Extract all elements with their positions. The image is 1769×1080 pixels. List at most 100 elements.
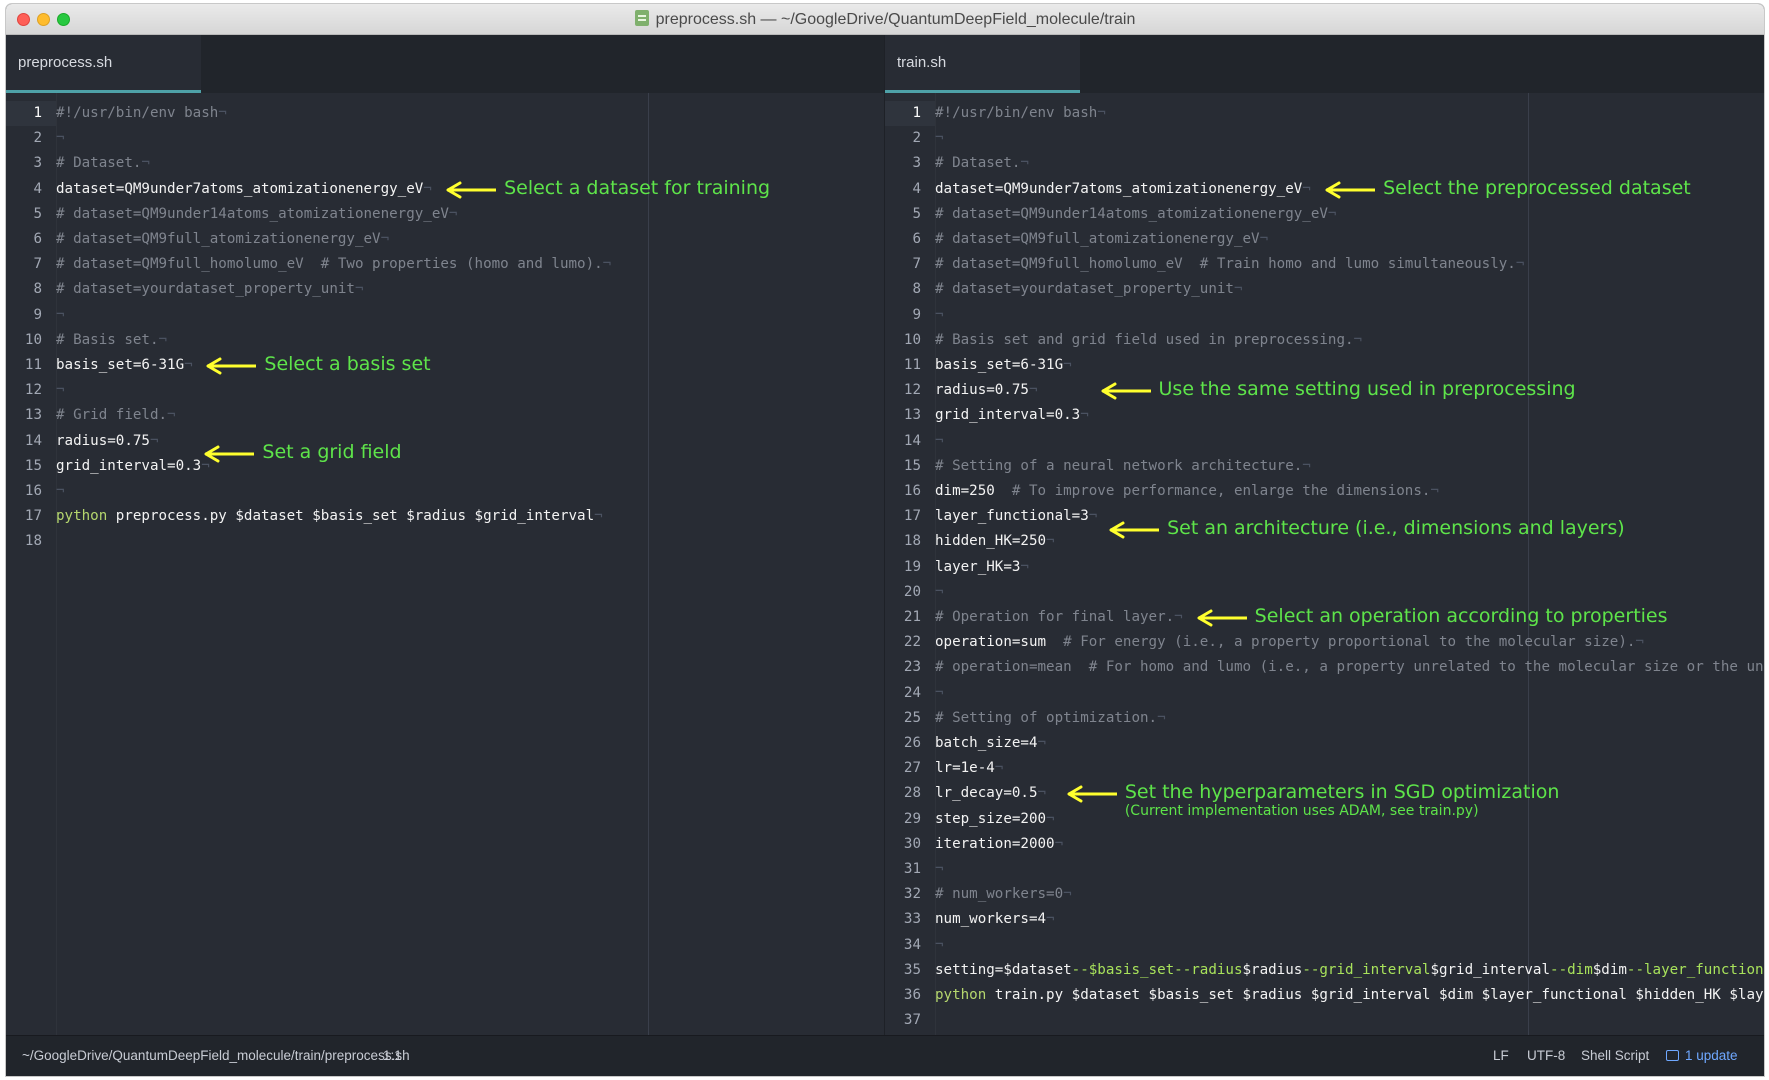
code-line[interactable]: step_size=200¬ [935,807,1055,832]
code-text: dataset=QM9under7atoms_atomizationenergy… [56,180,424,197]
code-line[interactable]: #!/usr/bin/env bash¬ [935,101,1106,126]
code-line[interactable]: #!/usr/bin/env bash¬ [56,101,227,126]
status-encoding[interactable]: UTF-8 [1527,1048,1565,1063]
code-line[interactable]: ¬ [935,681,944,706]
comment-text: # dataset=QM9under14atoms_atomizationene… [935,205,1328,222]
comment-text: #!/usr/bin/env bash [56,105,219,121]
code-line[interactable]: hidden_HK=250¬ [935,529,1055,554]
code-line[interactable]: num_workers=4¬ [935,907,1055,932]
code-line[interactable]: basis_set=6-31G¬ [56,353,193,378]
code-line[interactable]: ¬ [935,857,944,882]
code-line[interactable]: dim=250 # To improve performance, enlarg… [935,479,1439,504]
code-line[interactable]: # Grid field.¬ [56,403,176,428]
comment-text: # dataset=QM9full_homolumo_eV # Two prop… [56,256,603,273]
comment-text: # dataset=yourdataset_property_unit [935,281,1234,298]
line-number: 1 [33,105,42,121]
code-line[interactable]: # Operation for final layer.¬ [935,605,1183,630]
code-line[interactable]: basis_set=6-31G¬ [935,353,1072,378]
code-line[interactable]: grid_interval=0.3¬ [56,454,210,479]
line-number: 3 [33,155,42,172]
line-number: 9 [33,306,42,323]
code-line[interactable]: python train.py $dataset $basis_set $rad… [935,983,1764,1008]
code-segment: --radius [1174,961,1243,978]
line-number: 12 [24,382,42,399]
eol-marker: ¬ [1037,735,1047,751]
code-line[interactable]: # dataset=QM9full_atomizationenergy_eV¬ [56,227,389,252]
code-line[interactable]: dataset=QM9under7atoms_atomizationenergy… [935,177,1311,202]
tab-label: preprocess.sh [18,54,113,71]
eol-marker: ¬ [1028,382,1038,399]
status-updates[interactable]: 1 update [1666,1048,1738,1063]
code-line[interactable]: ¬ [935,580,944,605]
code-line[interactable]: ¬ [935,303,944,328]
code-line[interactable]: ¬ [935,126,944,151]
eol-marker: ¬ [423,180,432,197]
code-line[interactable]: ¬ [56,378,65,403]
code-line[interactable]: # dataset=yourdataset_property_unit¬ [935,277,1243,302]
code-editor-left[interactable]: #!/usr/bin/env bash¬ ¬ # Dataset.¬ dataset=… [56,93,884,1036]
code-line[interactable]: layer_functional=3¬ [935,504,1097,529]
line-number: 34 [903,936,921,953]
tab-preprocess-sh[interactable]: preprocess.sh [6,35,201,93]
eol-marker: ¬ [1635,634,1644,651]
code-line[interactable]: layer_HK=3¬ [935,555,1029,580]
eol-marker: ¬ [1515,256,1525,273]
code-line[interactable]: iteration=2000¬ [935,832,1063,857]
code-line[interactable]: ¬ [56,479,65,504]
editor-pane-left[interactable]: preprocess.sh 1 2 3 4 5 6 7 8 9 10 11 12 13 14 15 16 17 1… [6,35,884,1036]
comment-text: # num_workers=0 [935,886,1064,903]
annotation-arrow-icon [1197,609,1247,627]
code-line[interactable]: # Setting of optimization.¬ [935,706,1166,731]
tab-label: train.sh [897,54,947,71]
code-line[interactable]: setting=$dataset--$basis_set--radius$rad… [935,958,1764,983]
code-line[interactable]: # Dataset.¬ [935,151,1029,176]
status-line-ending[interactable]: LF [1493,1048,1509,1063]
code-line[interactable]: grid_interval=0.3¬ [935,403,1089,428]
status-cursor-position[interactable]: 1:1 [383,1048,402,1063]
code-line[interactable]: ¬ [56,126,65,151]
editor-pane-right[interactable]: train.sh 1 2 3 4 5 6 7 8 9 10 11 12 13 14 15 16 17 18 19 20… [885,35,1764,1036]
code-line[interactable]: # dataset=QM9full_homolumo_eV # Train ho… [935,252,1524,277]
line-number: 29 [903,810,921,827]
line-number: 2 [912,130,921,147]
comment-text: # Dataset. [56,155,142,172]
code-line[interactable]: # Basis set and grid field used in prepr… [935,328,1362,353]
status-file-path[interactable]: ~/GoogleDrive/QuantumDeepField_molecule/… [22,1048,410,1063]
code-line[interactable]: python preprocess.py $dataset $basis_set… [56,504,603,529]
code-line[interactable]: operation=sum # For energy (i.e., a prop… [935,630,1644,655]
code-line[interactable]: ¬ [935,933,944,958]
annotation-label: Set the hyperparameters in SGD optimizat… [1124,781,1560,804]
code-line[interactable]: ¬ [935,429,944,454]
line-number: 6 [33,231,42,247]
code-line[interactable]: # Basis set.¬ [56,328,167,353]
status-updates-label: 1 update [1685,1048,1738,1063]
code-line[interactable]: radius=0.75¬ [935,378,1038,403]
code-line[interactable]: radius=0.75¬ [56,429,159,454]
keyword-python: python [56,508,108,525]
comment-text: # Basis set. [56,331,159,348]
code-line[interactable]: ¬ [56,303,65,328]
code-line[interactable]: # dataset=QM9full_homolumo_eV # Two prop… [56,252,611,277]
code-text: dataset=QM9under7atoms_atomizationenergy… [935,180,1303,197]
status-grammar[interactable]: Shell Script [1581,1048,1649,1063]
line-number: 14 [24,432,42,449]
code-line[interactable]: # Dataset.¬ [56,151,150,176]
tab-bar-right: train.sh [885,35,1764,93]
code-line[interactable]: # dataset=QM9under14atoms_atomizationene… [935,202,1336,227]
code-line[interactable]: # operation=mean # For homo and lumo (i.… [935,655,1764,680]
code-line[interactable]: # num_workers=0¬ [935,882,1072,907]
eol-marker: ¬ [448,205,458,222]
code-line[interactable]: lr_decay=0.5¬ [935,781,1046,806]
code-line[interactable]: # dataset=yourdataset_property_unit¬ [56,277,364,302]
code-line[interactable]: batch_size=4¬ [935,731,1046,756]
code-line[interactable]: # Setting of a neural network architectu… [935,454,1311,479]
line-number-gutter[interactable]: 1 2 3 4 5 6 7 8 9 10 11 12 13 14 15 16 17 18 [6,93,57,1036]
code-editor-right[interactable]: #!/usr/bin/env bash¬ ¬ # Dataset.¬ dataset=… [935,93,1764,1036]
code-line[interactable]: dataset=QM9under7atoms_atomizationenergy… [56,177,432,202]
code-line[interactable]: # dataset=QM9full_atomizationenergy_eV¬ [935,227,1268,252]
line-number: 5 [912,205,921,222]
tab-train-sh[interactable]: train.sh [885,35,1080,93]
line-number-gutter[interactable]: 1 2 3 4 5 6 7 8 9 10 11 12 13 14 15 16 17 18 19 20 21 22 23 24 2… [885,93,936,1036]
code-line[interactable]: lr=1e-4¬ [935,756,1003,781]
code-line[interactable]: # dataset=QM9under14atoms_atomizationene… [56,202,457,227]
